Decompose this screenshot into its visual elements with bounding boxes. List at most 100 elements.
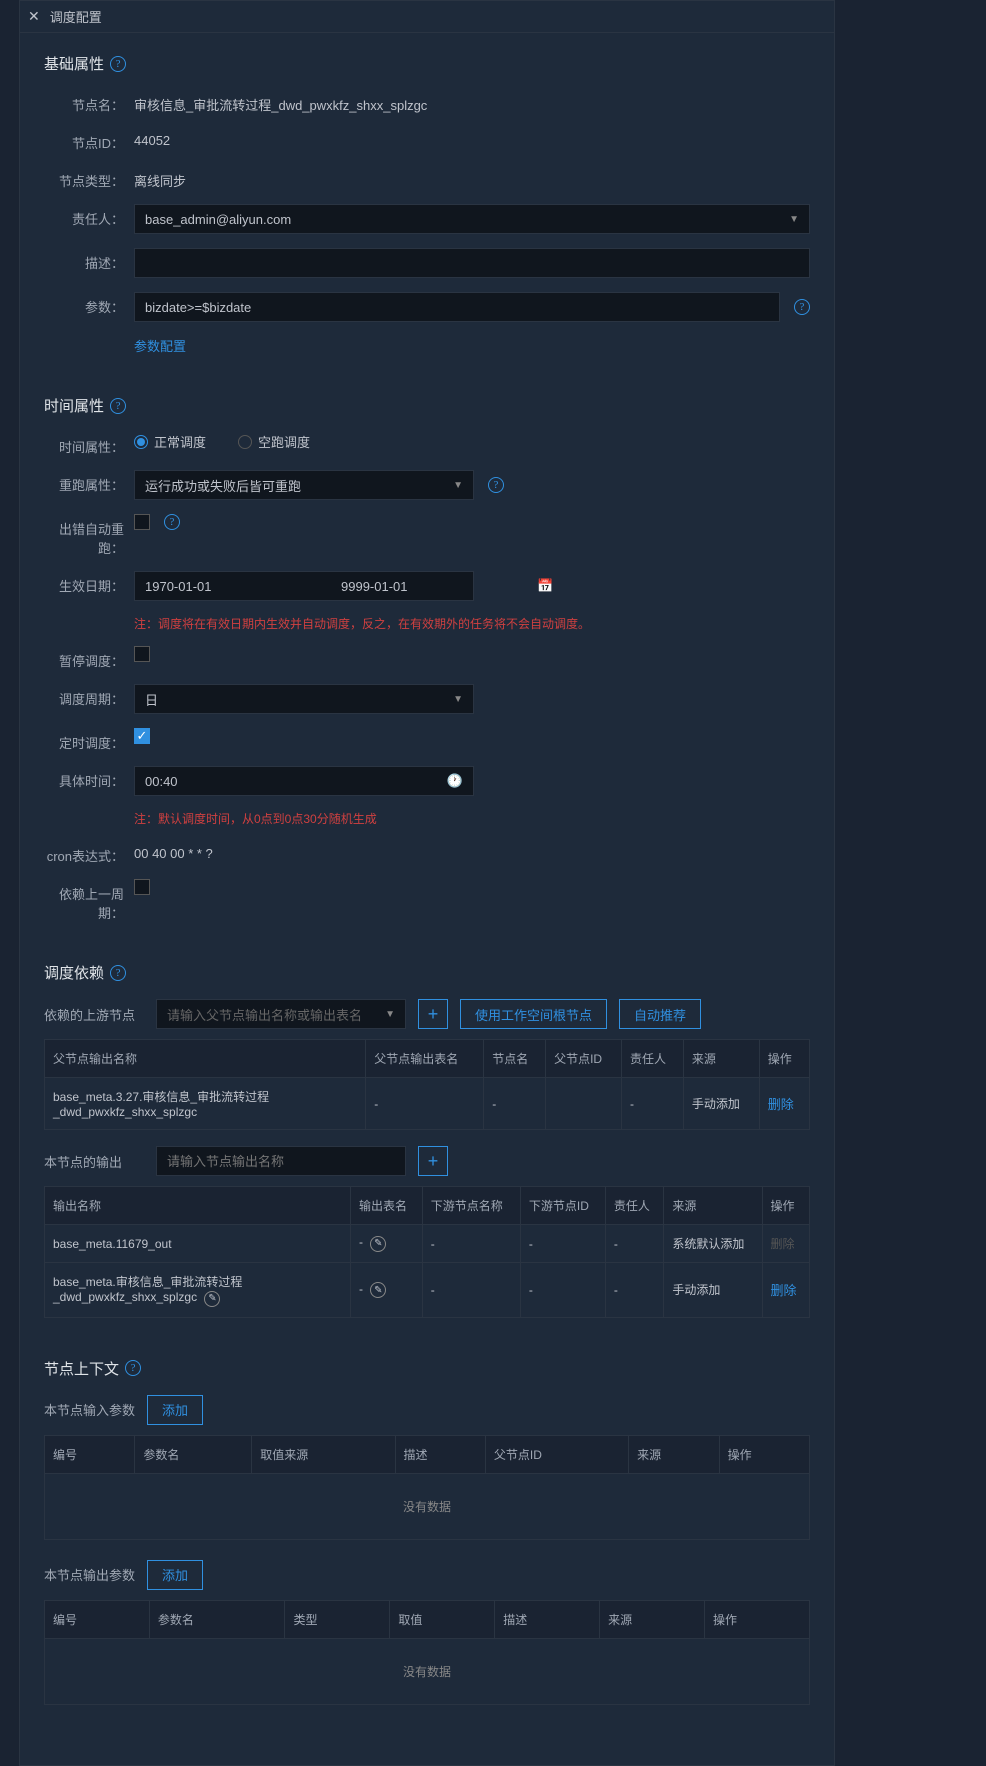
ctx-in-label: 本节点输入参数	[44, 1400, 135, 1419]
th-owner: 责任人	[621, 1040, 683, 1078]
deps-section-title: 调度依赖	[44, 962, 104, 983]
close-icon[interactable]: ✕	[28, 8, 40, 25]
edit-icon[interactable]: ✎	[204, 1291, 220, 1307]
cell: -	[520, 1225, 605, 1263]
th-source: 来源	[683, 1040, 759, 1078]
in-param-table: 编号 参数名 取值来源 描述 父节点ID 来源 操作 没有数据	[44, 1435, 810, 1540]
prev-checkbox[interactable]	[134, 879, 150, 895]
label-prev: 依赖上一周期：	[44, 879, 134, 922]
auto-recommend-button[interactable]: 自动推荐	[619, 999, 701, 1029]
th-parent-output: 父节点输出名称	[45, 1040, 366, 1078]
chevron-down-icon: ▼	[453, 480, 463, 491]
table-row: base_meta.3.27.审核信息_审批流转过程_dwd_pwxkfz_sh…	[45, 1078, 810, 1130]
cell	[546, 1078, 622, 1130]
use-root-button[interactable]: 使用工作空间根节点	[460, 999, 607, 1029]
help-icon[interactable]: ?	[110, 398, 126, 414]
add-out-param-button[interactable]: 添加	[147, 1560, 203, 1590]
add-output-button[interactable]: +	[418, 1146, 448, 1176]
help-icon[interactable]: ?	[110, 965, 126, 981]
label-cycle: 调度周期：	[44, 684, 134, 708]
chevron-down-icon: ▼	[789, 214, 799, 225]
cron-value: 00 40 00 * * ?	[134, 841, 810, 861]
cell: -	[484, 1078, 546, 1130]
param-config-link[interactable]: 参数配置	[134, 336, 186, 355]
th-action: 操作	[762, 1187, 809, 1225]
date-range-input[interactable]: 📅	[134, 571, 474, 601]
add-upstream-button[interactable]: +	[418, 999, 448, 1029]
label-owner: 责任人：	[44, 204, 134, 228]
ctx-section-title: 节点上下文	[44, 1358, 119, 1379]
upstream-select[interactable]: 请输入父节点输出名称或输出表名▼	[156, 999, 406, 1029]
output-name-input[interactable]	[156, 1146, 406, 1176]
th: 描述	[395, 1435, 485, 1473]
owner-select[interactable]: base_admin@aliyun.com▼	[134, 204, 810, 234]
th: 编号	[45, 1435, 135, 1473]
time-section-title: 时间属性	[44, 395, 104, 416]
label-timer: 定时调度：	[44, 728, 134, 752]
autoretry-checkbox[interactable]	[134, 514, 150, 530]
chevron-down-icon: ▼	[385, 1009, 395, 1020]
timer-checkbox[interactable]: ✓	[134, 728, 150, 744]
radio-dry[interactable]: 空跑调度	[238, 432, 310, 451]
th-source: 来源	[664, 1187, 762, 1225]
edit-icon[interactable]: ✎	[370, 1282, 386, 1298]
th-down-name: 下游节点名称	[422, 1187, 520, 1225]
cycle-select[interactable]: 日▼	[134, 684, 474, 714]
table-row: base_meta.审核信息_审批流转过程_dwd_pwxkfz_shxx_sp…	[45, 1263, 810, 1318]
desc-input[interactable]	[134, 248, 810, 278]
nodata: 没有数据	[45, 1473, 810, 1539]
date-end-input[interactable]	[331, 579, 527, 594]
chevron-down-icon: ▼	[453, 694, 463, 705]
basic-section-title: 基础属性	[44, 53, 104, 74]
th: 描述	[495, 1600, 600, 1638]
th: 操作	[719, 1435, 809, 1473]
th: 取值	[390, 1600, 495, 1638]
th-output-table: 输出表名	[351, 1187, 423, 1225]
help-icon[interactable]: ?	[110, 56, 126, 72]
rerun-select[interactable]: 运行成功或失败后皆可重跑▼	[134, 470, 474, 500]
add-in-param-button[interactable]: 添加	[147, 1395, 203, 1425]
ctx-out-label: 本节点输出参数	[44, 1565, 135, 1584]
specific-time-input[interactable]: 🕐	[134, 766, 474, 796]
th: 父节点ID	[485, 1435, 628, 1473]
th: 参数名	[149, 1600, 285, 1638]
pause-checkbox[interactable]	[134, 646, 150, 662]
help-icon[interactable]: ?	[164, 514, 180, 530]
label-node-name: 节点名：	[44, 90, 134, 114]
date-note: 注：调度将在有效日期内生效并自动调度，反之，在有效期外的任务将不会自动调度。	[134, 615, 810, 632]
help-icon[interactable]: ?	[125, 1360, 141, 1376]
th-node-name: 节点名	[484, 1040, 546, 1078]
nodata: 没有数据	[45, 1638, 810, 1704]
panel-header: ✕ 调度配置	[20, 1, 834, 33]
th: 取值来源	[252, 1435, 395, 1473]
param-input[interactable]	[134, 292, 780, 322]
clock-icon: 🕐	[437, 773, 473, 789]
th: 类型	[285, 1600, 390, 1638]
upstream-table: 父节点输出名称 父节点输出表名 节点名 父节点ID 责任人 来源 操作 base…	[44, 1039, 810, 1130]
delete-link[interactable]: 删除	[768, 1097, 794, 1112]
cell: -	[621, 1078, 683, 1130]
date-start-input[interactable]	[135, 579, 331, 594]
label-time-attr: 时间属性：	[44, 432, 134, 456]
th-down-id: 下游节点ID	[520, 1187, 605, 1225]
cell: -	[422, 1225, 520, 1263]
label-effective: 生效日期：	[44, 571, 134, 595]
cell: -	[422, 1263, 520, 1318]
radio-normal-label: 正常调度	[154, 432, 206, 451]
specific-time-value[interactable]	[135, 774, 331, 789]
upstream-label: 依赖的上游节点	[44, 1005, 144, 1024]
label-specific: 具体时间：	[44, 766, 134, 790]
edit-icon[interactable]: ✎	[370, 1236, 386, 1252]
cell: -	[366, 1078, 484, 1130]
label-node-id: 节点ID：	[44, 128, 134, 152]
delete-disabled: 删除	[771, 1237, 795, 1251]
cell: -	[605, 1225, 663, 1263]
delete-link[interactable]: 删除	[771, 1283, 797, 1298]
radio-normal[interactable]: 正常调度	[134, 432, 206, 451]
cell: 手动添加	[664, 1263, 762, 1318]
th: 来源	[600, 1600, 705, 1638]
output-table: 输出名称 输出表名 下游节点名称 下游节点ID 责任人 来源 操作 base_m…	[44, 1186, 810, 1318]
help-icon[interactable]: ?	[488, 477, 504, 493]
help-icon[interactable]: ?	[794, 299, 810, 315]
calendar-icon: 📅	[527, 578, 563, 594]
